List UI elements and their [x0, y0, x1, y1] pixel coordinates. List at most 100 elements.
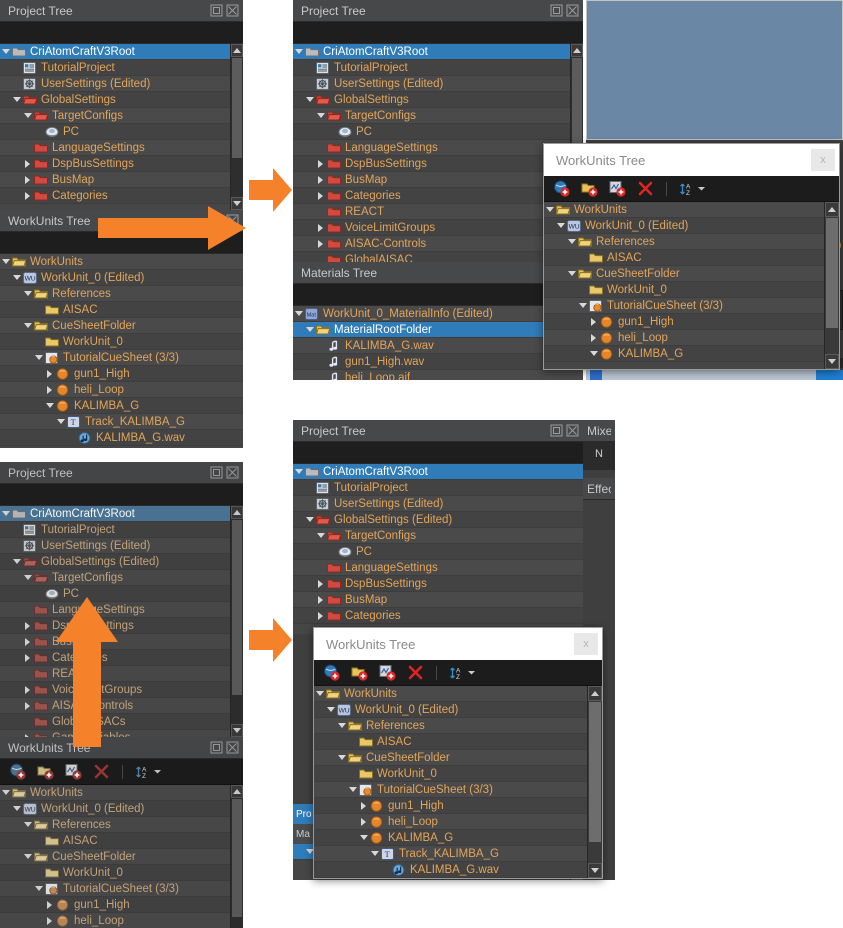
project-tree-filter-c[interactable] — [0, 484, 243, 506]
tree-row[interactable]: T Track_KALIMBA_G — [314, 846, 587, 862]
tree-row[interactable]: GlobalSettings — [293, 92, 570, 108]
sort-icon[interactable]: AZ — [135, 764, 162, 780]
tree-row[interactable]: KALIMBA_G — [544, 346, 826, 362]
tree-row[interactable]: LanguageSettings — [293, 560, 583, 576]
tree-row[interactable]: heli_Loop — [314, 814, 587, 830]
tree-row[interactable]: heli_Loop — [0, 913, 230, 928]
float-restore-icon[interactable] — [550, 4, 563, 17]
chevron-right-icon[interactable] — [22, 701, 33, 710]
new-workunit-icon[interactable] — [552, 180, 570, 198]
dialog-toolbar[interactable]: AZ — [544, 176, 839, 202]
delete-icon[interactable] — [636, 180, 654, 198]
chevron-right-icon[interactable] — [22, 653, 33, 662]
tree-row[interactable]: gun1_High — [0, 366, 243, 382]
tree-row[interactable]: WorkUnits — [544, 202, 826, 218]
tree-row[interactable]: WU WorkUnit_0 (Edited) — [0, 801, 230, 817]
float-restore-icon[interactable] — [210, 741, 223, 754]
scroll-up-button[interactable] — [825, 202, 839, 217]
tree-row[interactable]: VoiceLimitGroups — [293, 220, 570, 236]
new-folder-icon[interactable] — [36, 763, 54, 781]
chevron-down-icon[interactable] — [544, 207, 555, 212]
tree-row[interactable]: AISAC — [0, 833, 230, 849]
tree-row[interactable]: CriAtomCraftV3Root — [0, 506, 230, 522]
tree-row[interactable]: gun1_High.wav — [293, 354, 583, 370]
tree-row[interactable]: KALIMBA_G.wav — [0, 430, 243, 446]
chevron-down-icon[interactable] — [566, 271, 577, 276]
tree-row[interactable]: Mat WorkUnit_0_MaterialInfo (Edited) — [293, 306, 583, 322]
chevron-down-icon[interactable] — [0, 49, 11, 54]
tree-row[interactable]: BusMap — [293, 172, 570, 188]
materials-tree[interactable]: Mat WorkUnit_0_MaterialInfo (Edited) Mater… — [293, 306, 583, 380]
tree-row[interactable]: UserSettings (Edited) — [293, 76, 570, 92]
scroll-thumb[interactable] — [826, 218, 838, 328]
float-restore-icon[interactable] — [210, 4, 223, 17]
scroll-thumb[interactable] — [232, 58, 242, 158]
tree-row[interactable]: CueSheetFolder — [314, 750, 587, 766]
tree-row[interactable]: Categories — [0, 188, 230, 204]
scroll-thumb[interactable] — [589, 702, 601, 842]
chevron-down-icon[interactable] — [0, 790, 11, 795]
chevron-down-icon[interactable] — [314, 691, 325, 696]
tree-row[interactable]: GlobalAISAC — [293, 252, 570, 262]
chevron-down-icon[interactable] — [0, 259, 11, 264]
tree-row[interactable]: TutorialCueSheet (3/3) — [544, 298, 826, 314]
chevron-down-icon[interactable] — [304, 97, 315, 102]
chevron-down-icon[interactable] — [467, 668, 476, 677]
tree-row[interactable]: AISAC-Controls — [293, 236, 570, 252]
chevron-down-icon[interactable] — [33, 886, 44, 891]
chevron-down-icon[interactable] — [22, 323, 33, 328]
tree-row[interactable]: TutorialProject — [293, 480, 583, 496]
close-icon[interactable] — [226, 4, 239, 17]
chevron-down-icon[interactable] — [315, 113, 326, 118]
tree-row[interactable]: KALIMBA_G — [314, 830, 587, 846]
new-cuesheet-icon[interactable] — [378, 664, 396, 682]
chevron-down-icon[interactable] — [347, 787, 358, 792]
close-icon[interactable] — [226, 466, 239, 479]
scroll-thumb[interactable] — [232, 799, 242, 917]
chevron-down-icon[interactable] — [293, 469, 304, 474]
tree-row[interactable]: gun1_High — [544, 314, 826, 330]
tree-row[interactable]: WorkUnit_0 — [314, 766, 587, 782]
chevron-down-icon[interactable] — [369, 851, 380, 856]
tree-row[interactable]: REACT — [293, 204, 570, 220]
tree-row[interactable]: GlobalSettings (Edited) — [293, 512, 583, 528]
chevron-right-icon[interactable] — [315, 191, 326, 200]
workunits-tree-dialog-bottom[interactable]: WorkUnits Tree x AZ WorkUnits WU WorkUnit_… — [313, 627, 603, 879]
tree-row[interactable]: MaterialRootFolder — [293, 322, 583, 338]
tree-row[interactable]: WorkUnits — [0, 785, 230, 801]
chevron-down-icon[interactable] — [588, 351, 599, 356]
chevron-down-icon[interactable] — [11, 559, 22, 564]
tree-row[interactable]: CueSheetFolder — [0, 849, 230, 865]
chevron-down-icon[interactable] — [44, 403, 55, 408]
chevron-right-icon[interactable] — [588, 317, 599, 326]
new-cuesheet-icon[interactable] — [608, 180, 626, 198]
chevron-down-icon[interactable] — [336, 755, 347, 760]
tree-row[interactable]: TargetConfigs — [293, 528, 583, 544]
scroll-up-button[interactable] — [231, 44, 243, 57]
tree-row[interactable]: CueSheetFolder — [544, 266, 826, 282]
dialog-toolbar[interactable]: AZ — [314, 660, 602, 686]
chevron-down-icon[interactable] — [336, 723, 347, 728]
tree-row[interactable]: WorkUnits — [0, 254, 243, 270]
tree-row[interactable]: TargetConfigs — [0, 570, 230, 586]
tree-row[interactable]: BusMap — [0, 172, 230, 188]
chevron-right-icon[interactable] — [44, 900, 55, 909]
new-cuesheet-icon[interactable] — [64, 763, 82, 781]
tree-row[interactable]: AISAC — [0, 302, 243, 318]
tree-row[interactable]: WorkUnit_0 — [0, 865, 230, 881]
workunits-scrollbar-b[interactable] — [230, 785, 243, 928]
dialog-tree-top[interactable]: WorkUnits WU WorkUnit_0 (Edited) References… — [544, 202, 826, 369]
chevron-down-icon[interactable] — [153, 767, 162, 776]
chevron-right-icon[interactable] — [44, 916, 55, 925]
scroll-up-button[interactable] — [231, 506, 243, 519]
project-tree-b[interactable]: CriAtomCraftV3Root TutorialProject UserSet… — [293, 44, 570, 262]
close-icon[interactable] — [566, 424, 579, 437]
tree-row[interactable]: KALIMBA_G — [0, 398, 243, 414]
chevron-right-icon[interactable] — [315, 239, 326, 248]
scroll-up-button[interactable] — [588, 686, 602, 701]
chevron-down-icon[interactable] — [304, 517, 315, 522]
chevron-down-icon[interactable] — [22, 822, 33, 827]
float-restore-icon[interactable] — [210, 466, 223, 479]
tree-row[interactable]: References — [0, 286, 243, 302]
tree-row[interactable]: WU WorkUnit_0 (Edited) — [314, 702, 587, 718]
